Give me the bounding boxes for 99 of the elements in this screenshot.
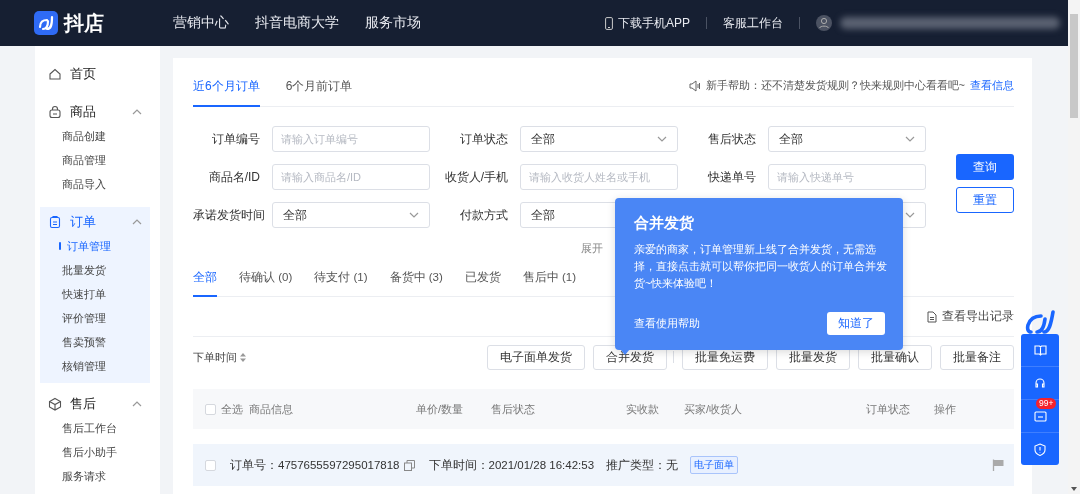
sidebar-item[interactable]: 首页: [40, 62, 150, 86]
sidebar-subitem[interactable]: 售后小助手: [40, 440, 150, 464]
nav-link[interactable]: 抖音电商大学: [255, 14, 339, 32]
field-label: 商品名/ID: [207, 168, 260, 186]
sidebar-group-label: 售后: [70, 395, 96, 413]
sidebar-subitem[interactable]: 售后工作台: [40, 416, 150, 440]
clipboard-icon: [48, 215, 62, 229]
status-tab[interactable]: 售后中 (1): [522, 270, 576, 297]
logo-text: 抖店: [64, 10, 104, 36]
sidebar-subitem[interactable]: 售卖预警: [40, 330, 150, 354]
chevron-down-icon: [905, 212, 915, 218]
field-label: 售后状态: [707, 130, 756, 148]
field-label: 快递单号: [707, 168, 756, 186]
field-label: 付款方式: [459, 206, 508, 224]
scroll-down-icon[interactable]: [1071, 487, 1077, 491]
popover-text: 亲爱的商家，订单管理新上线了合并发货，无需选择，直接点击就可以帮你把同一收货人的订单合并发货~快来体验吧！: [634, 242, 888, 291]
home-icon: [48, 67, 62, 81]
status-tab[interactable]: 待确认 (0): [239, 270, 293, 297]
input-field[interactable]: 请输入商品名/ID: [272, 164, 430, 190]
chevron-up-icon: [132, 219, 142, 225]
input-field[interactable]: 请输入收货人姓名或手机: [520, 164, 678, 190]
checkbox[interactable]: [205, 403, 216, 415]
sidebar-subitem[interactable]: 订单管理: [40, 234, 150, 258]
copy-icon[interactable]: [403, 459, 415, 471]
status-tab[interactable]: 全部: [193, 270, 217, 297]
sidebar-group-label: 商品: [70, 103, 96, 121]
sidebar-subitem[interactable]: 批量发货: [40, 258, 150, 282]
field-label: 收货人/手机: [443, 168, 508, 186]
sidebar-subitem[interactable]: 快速打单: [40, 282, 150, 306]
logo-icon[interactable]: [1024, 310, 1056, 336]
nav-link[interactable]: 服务市场: [365, 14, 421, 32]
column-header: 单价/数量: [416, 402, 464, 415]
select-field[interactable]: 全部: [520, 126, 678, 152]
select-field[interactable]: 全部: [768, 126, 926, 152]
column-header: 实收款: [626, 402, 659, 415]
sidebar-item[interactable]: 商品: [40, 100, 150, 124]
sidebar-subitem[interactable]: 服务请求: [40, 464, 150, 488]
avatar-icon[interactable]: [816, 15, 832, 31]
chevron-down-icon: [657, 136, 667, 142]
status-tab[interactable]: 已发货: [464, 270, 501, 297]
order-time: 下单时间：2021/01/28 16:42:53: [428, 457, 595, 473]
checkbox[interactable]: [205, 459, 216, 471]
header-link[interactable]: 下载手机APP: [605, 14, 690, 32]
field-label: 订单状态: [459, 130, 508, 148]
got-it-button[interactable]: 知道了: [827, 312, 885, 335]
column-header: 买家/收货人: [684, 402, 743, 415]
input-field[interactable]: 请输入快递单号: [768, 164, 926, 190]
tab[interactable]: 近6个月订单: [193, 78, 260, 107]
column-header: 商品信息: [249, 402, 293, 415]
chevron-up-icon: [132, 109, 142, 115]
header-link[interactable]: 客服工作台: [723, 14, 783, 32]
sidebar-subitem[interactable]: 商品创建: [40, 124, 150, 148]
sidebar-group-label: 首页: [70, 65, 96, 83]
action-button[interactable]: 批量备注: [940, 344, 1014, 370]
status-tab[interactable]: 备货中 (3): [389, 270, 443, 297]
sidebar-subitem[interactable]: 商品导入: [40, 172, 150, 196]
sort-control[interactable]: 下单时间: [193, 349, 246, 365]
column-header: 操作: [934, 402, 956, 415]
view-info-link[interactable]: 查看信息: [970, 78, 1014, 93]
export-record-link[interactable]: 查看导出记录: [927, 309, 1014, 324]
book-icon[interactable]: [1033, 344, 1047, 356]
chevron-down-icon: [905, 136, 915, 142]
scrollbar-thumb[interactable]: [1070, 14, 1078, 118]
headset-icon[interactable]: [1034, 377, 1046, 389]
phone-icon: [605, 16, 613, 30]
nav-link[interactable]: 营销中心: [173, 14, 229, 32]
column-header: 售后状态: [491, 402, 535, 415]
notice-text: 新手帮助：还不清楚发货规则？快来规则中心看看吧~: [705, 78, 965, 93]
message-icon[interactable]: [1033, 410, 1047, 422]
status-tab[interactable]: 待支付 (1): [314, 270, 368, 297]
bag-icon: [48, 105, 62, 119]
document-icon: [927, 310, 937, 323]
select-all-label: 全选: [221, 401, 243, 417]
sidebar-subitem[interactable]: 商品管理: [40, 148, 150, 172]
logo-icon: [34, 11, 58, 35]
expand-link[interactable]: 展开: [580, 242, 603, 254]
sidebar-subitem[interactable]: 核销管理: [40, 354, 150, 378]
tab[interactable]: 6个月前订单: [285, 78, 353, 107]
input-field[interactable]: 请输入订单编号: [272, 126, 430, 152]
promotion-type: 推广类型：无: [606, 457, 679, 473]
action-button[interactable]: 电子面单发货: [487, 344, 585, 370]
sidebar-subitem[interactable]: 评价管理: [40, 306, 150, 330]
query-button[interactable]: 查询: [956, 154, 1014, 180]
field-label: 订单编号: [211, 130, 260, 148]
chevron-up-icon: [132, 401, 142, 407]
reset-button[interactable]: 重置: [956, 187, 1014, 213]
sidebar-item[interactable]: 售后: [40, 392, 150, 416]
speaker-icon: [688, 79, 701, 92]
order-number: 订单号：4757655597295017818: [230, 457, 400, 473]
sidebar-item[interactable]: 订单: [40, 210, 150, 234]
sidebar-group-label: 订单: [70, 213, 96, 231]
shield-icon[interactable]: [1034, 442, 1046, 456]
box-icon: [48, 397, 62, 411]
order-tag: 电子面单: [690, 456, 739, 474]
sort-icon: [240, 352, 246, 362]
select-field[interactable]: 全部: [272, 202, 430, 228]
notification-badge: 99+: [1036, 398, 1057, 409]
column-header: 订单状态: [866, 402, 910, 415]
chevron-down-icon: [409, 212, 419, 218]
